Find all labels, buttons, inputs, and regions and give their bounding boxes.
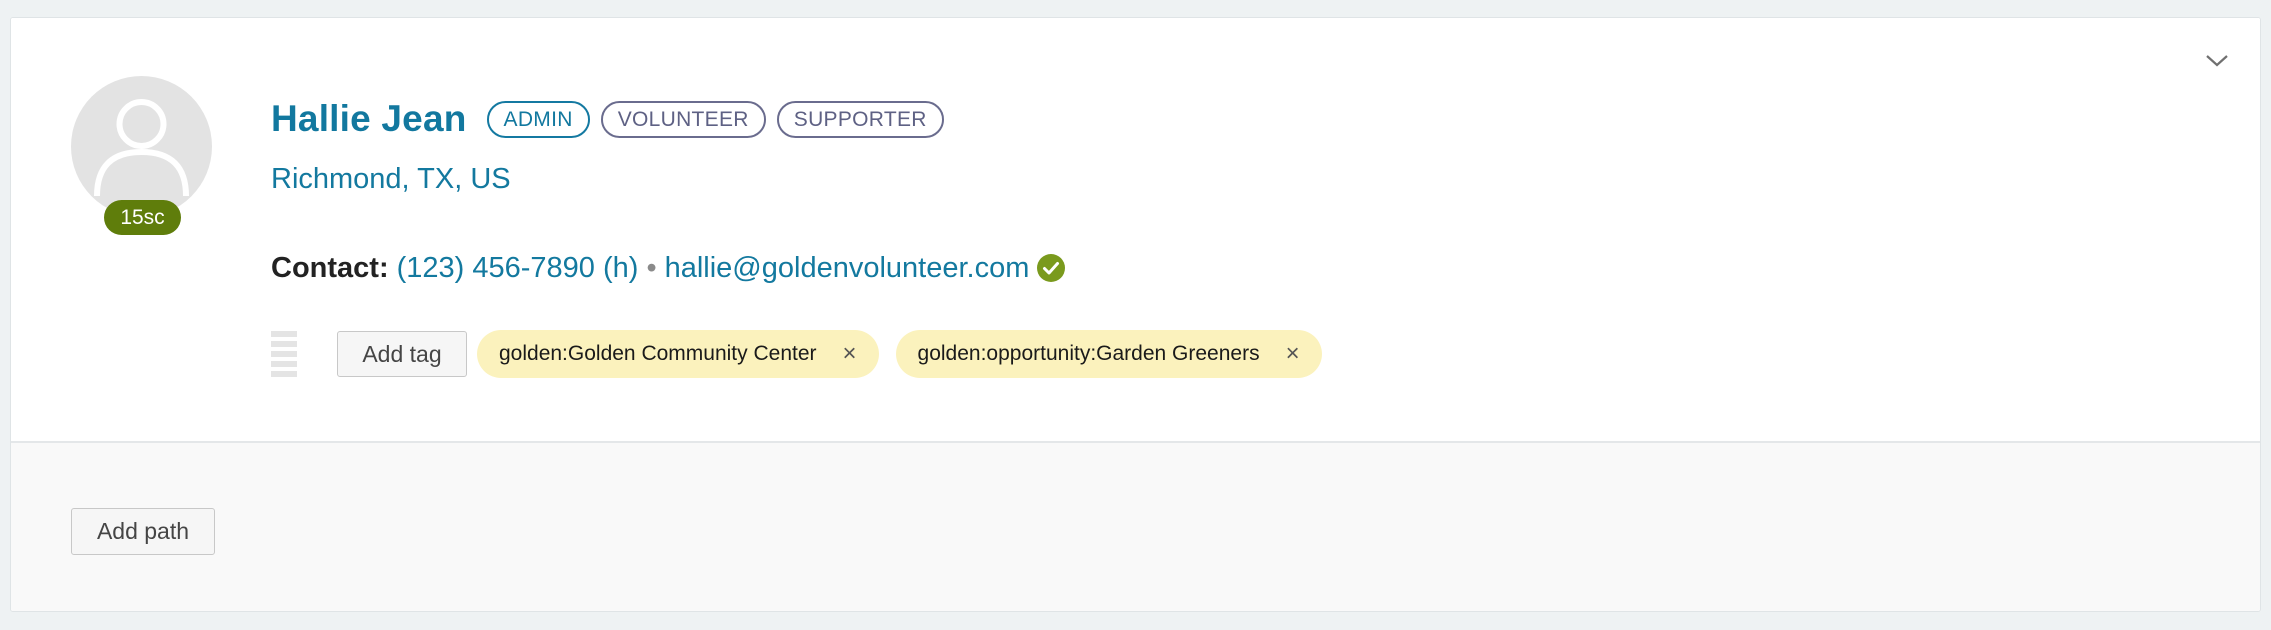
phone-link[interactable]: (123) 456-7890 (h) <box>397 252 639 285</box>
profile-card: 15sc Hallie Jean ADMIN VOLUNTEER SUPPORT… <box>10 17 2261 612</box>
contact-row: Contact: (123) 456-7890 (h) • hallie@gol… <box>271 247 1066 289</box>
profile-header: 15sc Hallie Jean ADMIN VOLUNTEER SUPPORT… <box>11 18 2260 441</box>
drag-handle-icon[interactable] <box>271 331 297 377</box>
name-row: Hallie Jean ADMIN VOLUNTEER SUPPORTER <box>271 94 955 144</box>
paths-section: Add path <box>11 441 2260 611</box>
close-icon[interactable]: × <box>843 340 857 368</box>
role-badge-volunteer: VOLUNTEER <box>600 100 766 138</box>
user-icon <box>94 99 189 197</box>
close-icon[interactable]: × <box>1286 340 1300 368</box>
add-tag-button[interactable]: Add tag <box>337 331 467 377</box>
tag-chip: golden:opportunity:Garden Greeners × <box>895 330 1322 378</box>
add-path-button[interactable]: Add path <box>71 508 215 555</box>
location[interactable]: Richmond, TX, US <box>271 163 511 196</box>
tag-chip: golden:Golden Community Center × <box>477 330 879 378</box>
contact-label: Contact: <box>271 251 389 284</box>
tags-row: Add tag golden:Golden Community Center ×… <box>271 329 1339 379</box>
score-badge: 15sc <box>104 200 181 235</box>
tag-label: golden:Golden Community Center <box>499 342 817 365</box>
role-badge-supporter: SUPPORTER <box>776 100 944 138</box>
check-circle-icon <box>1037 254 1066 282</box>
chevron-down-icon <box>2206 55 2228 67</box>
tag-label: golden:opportunity:Garden Greeners <box>917 342 1260 365</box>
email-link[interactable]: hallie@goldenvolunteer.com <box>665 252 1030 285</box>
role-badge-admin: ADMIN <box>486 100 590 138</box>
contact-separator: • <box>646 251 657 284</box>
avatar <box>71 76 212 217</box>
person-name[interactable]: Hallie Jean <box>271 98 467 140</box>
avatar-container: 15sc <box>71 76 213 256</box>
collapse-button[interactable] <box>2202 46 2232 76</box>
